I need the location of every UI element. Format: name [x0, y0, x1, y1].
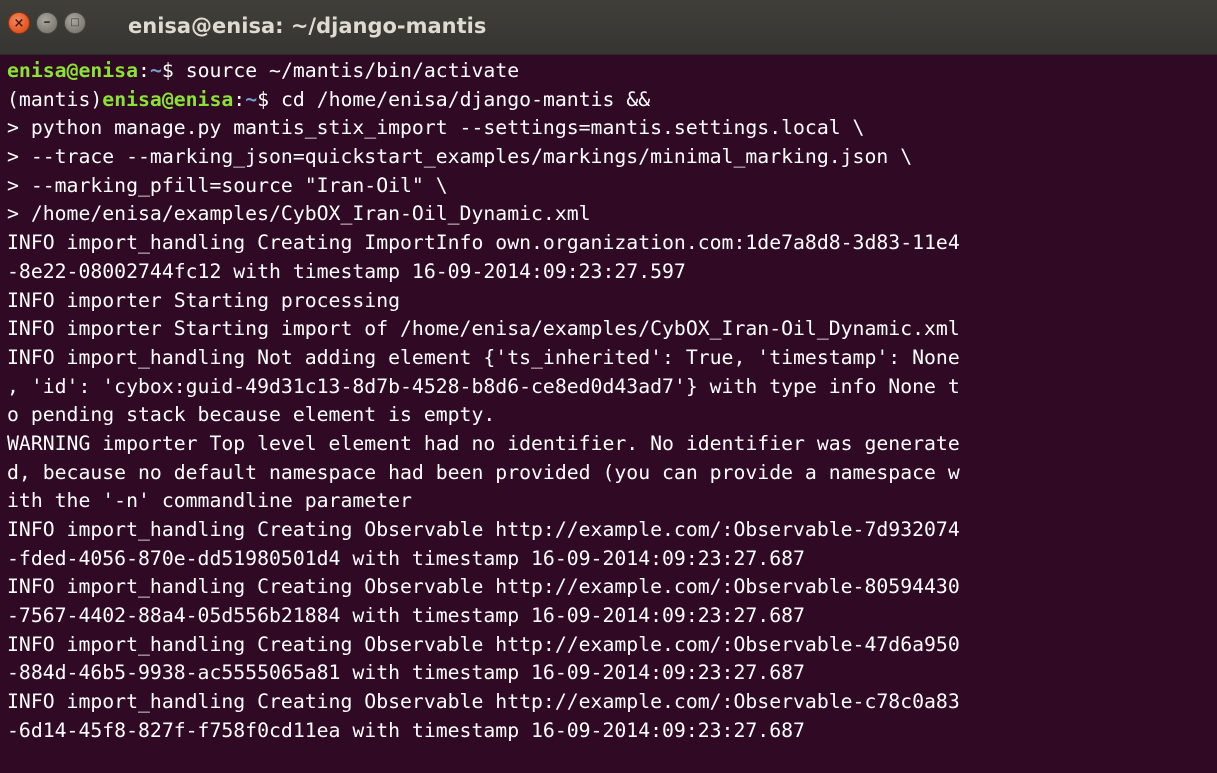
minimize-button[interactable]: – — [36, 12, 58, 34]
prompt-command: cd /home/enisa/django-mantis && — [280, 87, 651, 111]
maximize-button[interactable]: □ — [64, 12, 86, 34]
terminal-line: > --trace --marking_json=quickstart_exam… — [7, 145, 913, 169]
prompt-path: ~ — [149, 59, 162, 82]
close-icon: × — [13, 15, 25, 31]
window-titlebar[interactable]: × – □ enisa@enisa: ~/django-mantis — [0, 0, 1217, 55]
terminal-line: -fded-4056-870e-dd51980501d4 with timest… — [7, 546, 805, 570]
prompt-symbol: $ — [257, 87, 281, 111]
terminal-line: > /home/enisa/examples/CybOX_Iran-Oil_Dy… — [7, 202, 591, 226]
terminal-line: -7567-4402-88a4-05d556b21884 with timest… — [7, 604, 805, 628]
terminal-line: INFO importer Starting processing — [7, 288, 401, 312]
terminal-window: × – □ enisa@enisa: ~/django-mantis enisa… — [0, 0, 1217, 773]
terminal-line: INFO import_handling Creating Observable… — [7, 518, 960, 541]
terminal-line: -6d14-45f8-827f-f758f0cd11ea with timest… — [7, 718, 805, 742]
terminal-prompt-line: (mantis)enisa@enisa:~$ cd /home/enisa/dj… — [7, 86, 1217, 115]
terminal-line: > --marking_pfill=source "Iran-Oil" \ — [7, 173, 448, 197]
prompt-user: enisa@enisa — [7, 59, 139, 82]
prompt-separator: : — [138, 59, 150, 82]
terminal-line: -884d-46b5-9938-ac5555065a81 with timest… — [7, 661, 805, 685]
terminal-line: > python manage.py mantis_stix_import --… — [7, 116, 865, 140]
terminal-line: INFO import_handling Creating ImportInfo… — [7, 231, 960, 255]
terminal-line: INFO import_handling Not adding element … — [7, 345, 960, 369]
terminal-line: INFO import_handling Creating Observable… — [7, 690, 960, 714]
prompt-user: enisa@enisa — [102, 87, 234, 111]
terminal-output[interactable]: enisa@enisa:~$ source ~/mantis/bin/activ… — [0, 55, 1217, 773]
terminal-line: , 'id': 'cybox:guid-49d31c13-8d7b-4528-b… — [7, 374, 960, 398]
terminal-line: d, because no default namespace had been… — [7, 460, 960, 484]
minimize-icon: – — [43, 14, 51, 30]
terminal-line: INFO import_handling Creating Observable… — [7, 575, 960, 599]
window-title: enisa@enisa: ~/django-mantis — [128, 14, 487, 38]
terminal-line: ith the '-n' commandline parameter — [7, 489, 412, 513]
prompt-symbol: $ — [161, 59, 186, 82]
prompt-separator: : — [233, 87, 246, 111]
maximize-icon: □ — [70, 17, 80, 28]
prompt-path: ~ — [245, 87, 258, 111]
close-button[interactable]: × — [8, 12, 30, 34]
terminal-line: WARNING importer Top level element had n… — [7, 431, 960, 455]
prompt-command: source ~/mantis/bin/activate — [185, 59, 520, 82]
terminal-line: -8e22-08002744fc12 with timestamp 16-09-… — [7, 259, 686, 283]
terminal-prompt-line: enisa@enisa:~$ source ~/mantis/bin/activ… — [7, 57, 1217, 86]
prompt-virtualenv: (mantis) — [7, 87, 103, 111]
terminal-line: o pending stack because element is empty… — [7, 403, 496, 427]
terminal-line: INFO import_handling Creating Observable… — [7, 632, 960, 656]
terminal-line: INFO importer Starting import of /home/e… — [7, 317, 960, 341]
